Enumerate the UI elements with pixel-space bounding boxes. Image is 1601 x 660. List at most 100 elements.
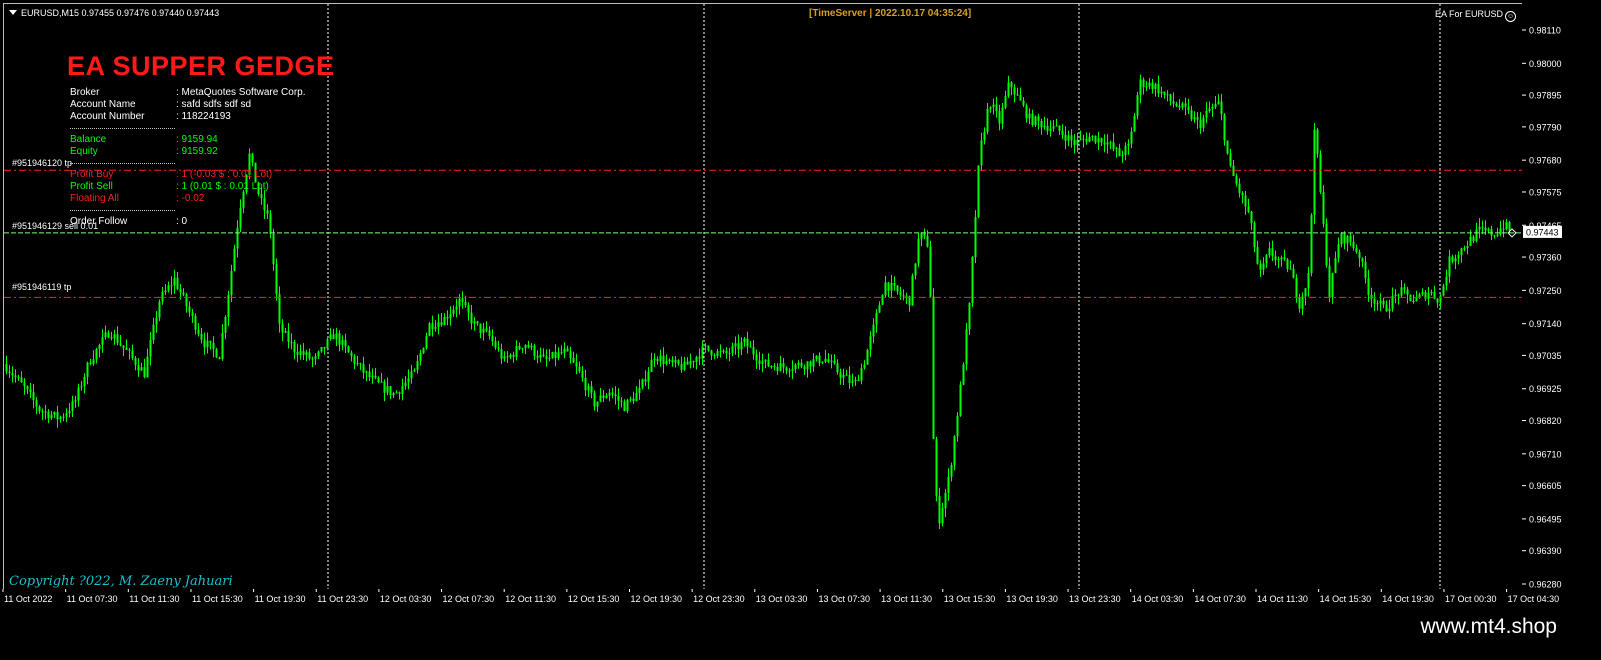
candle-body: [1082, 138, 1085, 140]
candle-body: [1397, 294, 1400, 296]
candle-body: [323, 347, 326, 349]
candle-body: [1091, 135, 1094, 137]
candle-body: [998, 111, 1001, 124]
candle-body: [1502, 228, 1505, 230]
candle-body: [1472, 236, 1475, 241]
candle-body: [1427, 293, 1430, 299]
candle-body: [1073, 140, 1076, 145]
time-tick-label: 11 Oct 23:30: [317, 594, 368, 604]
candle-body: [1001, 107, 1004, 124]
candle-body: [683, 361, 686, 370]
time-tick-label: 11 Oct 2022: [4, 594, 52, 604]
candle-body: [224, 317, 227, 333]
time-axis[interactable]: 11 Oct 2022 11 Oct 07:30 11 Oct 11:30 11 Oc…: [0, 589, 1601, 607]
candle-body: [44, 411, 47, 413]
candle-body: [1037, 116, 1040, 121]
candle-body: [1025, 105, 1028, 119]
candle-body: [80, 386, 83, 388]
candle-body: [1295, 277, 1298, 298]
candle-body: [1133, 115, 1136, 132]
candle-body: [584, 377, 587, 391]
candle-body: [32, 392, 35, 401]
chart-area[interactable]: EURUSD,M15 0.97455 0.97476 0.97440 0.974…: [3, 3, 1523, 590]
candle-body: [761, 361, 764, 364]
candle-body: [1112, 142, 1115, 149]
candle-body: [473, 321, 476, 324]
candle-body: [17, 376, 20, 378]
candle-body: [440, 322, 443, 325]
price-axis-scale: 0.98110 0.98000 0.97895 0.97790 0.97680 0.975…: [1522, 26, 1562, 589]
candle-body: [1451, 256, 1454, 262]
price-axis[interactable]: 0.98110 0.98000 0.97895 0.97790 0.97680 0.975…: [1522, 3, 1601, 589]
candle-body: [353, 356, 356, 364]
ea-status-label[interactable]: EA For EURUSD ☺: [1435, 9, 1516, 22]
candle-body: [644, 379, 647, 382]
candle-body: [1148, 82, 1151, 87]
candle-body: [1145, 86, 1148, 88]
candle-body: [1505, 222, 1508, 230]
candle-body: [140, 367, 143, 371]
candle-body: [1469, 236, 1472, 246]
candle-body: [1217, 101, 1220, 105]
candle-body: [533, 345, 536, 356]
candle-body: [1265, 255, 1268, 264]
candle-body: [458, 298, 461, 307]
candle-body: [914, 263, 917, 276]
candle-body: [1274, 256, 1277, 260]
candle-body: [1310, 215, 1313, 274]
candle-body: [887, 282, 890, 291]
candle-body: [770, 366, 773, 367]
candle-body: [1109, 142, 1112, 144]
candle-body: [65, 413, 68, 417]
candle-body: [797, 362, 800, 365]
candle-body: [1220, 101, 1223, 115]
candle-body: [524, 345, 527, 349]
candle-body: [1184, 103, 1187, 107]
candle-body: [1241, 192, 1244, 196]
candle-body: [62, 416, 65, 418]
candle-body: [608, 392, 611, 396]
candle-body: [383, 381, 386, 393]
candle-body: [872, 324, 875, 337]
candle-body: [638, 387, 641, 393]
candle-body: [314, 356, 317, 359]
candle-body: [854, 379, 857, 381]
time-tick-label: 14 Oct 11:30: [1257, 594, 1308, 604]
candle-body: [1022, 100, 1025, 106]
candle-body: [290, 342, 293, 344]
candle-body: [374, 375, 377, 378]
candle-body: [1457, 255, 1460, 259]
candle-body: [260, 194, 263, 198]
chart-menu-triangle-icon[interactable]: [9, 10, 17, 15]
candle-body: [398, 392, 401, 394]
tp-upper-line-label[interactable]: #951946120 tp: [12, 158, 72, 168]
candle-body: [392, 393, 395, 395]
tp-lower-line-label[interactable]: #951946119 tp: [12, 282, 71, 292]
candle-body: [404, 382, 407, 387]
candle-body: [317, 351, 320, 357]
candle-body: [149, 340, 152, 357]
candle-body: [362, 363, 365, 373]
candle-body: [509, 354, 512, 358]
candle-body: [791, 369, 794, 371]
candle-body: [1160, 91, 1163, 94]
candle-body: [494, 341, 497, 348]
candle-body: [110, 337, 113, 339]
candle-body: [284, 331, 287, 333]
candle-body: [875, 312, 878, 325]
candle-body: [305, 352, 308, 355]
candle-body: [1187, 106, 1190, 111]
candle-body: [131, 350, 134, 358]
candle-body: [1478, 226, 1481, 230]
sell-order-line-label[interactable]: #951946129 sell 0.01: [12, 221, 98, 231]
order-follow-value: : 0: [176, 216, 188, 227]
candle-body: [1049, 128, 1052, 131]
candle-body: [92, 359, 95, 364]
candle-body: [566, 348, 569, 352]
candle-body: [212, 342, 215, 349]
candle-body: [1487, 228, 1490, 231]
candle-body: [1211, 107, 1214, 109]
price-tick-label: 0.96925: [1529, 384, 1562, 394]
candle-body: [848, 375, 851, 383]
candle-body: [548, 357, 551, 359]
